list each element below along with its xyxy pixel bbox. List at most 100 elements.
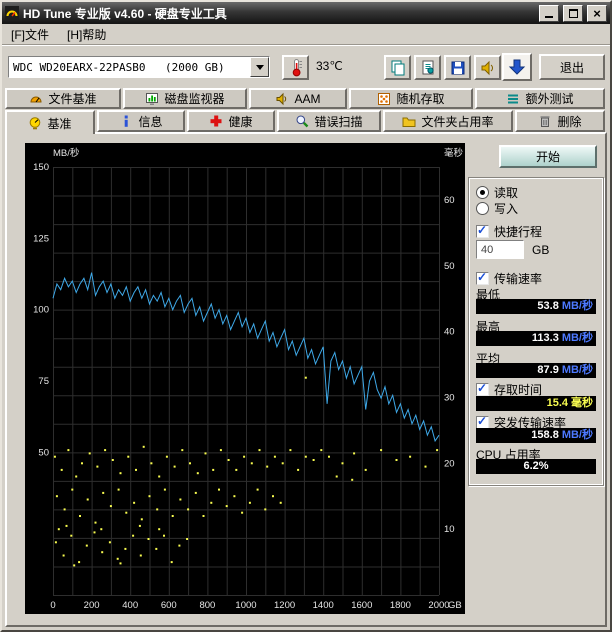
access-time-checkbox[interactable]	[476, 383, 489, 396]
burst-rate-value: 158.8	[531, 429, 559, 441]
close-button[interactable]: ×	[587, 5, 607, 22]
transfer-rate-checkbox[interactable]	[476, 272, 489, 285]
write-label: 写入	[494, 200, 518, 217]
read-label: 读取	[494, 184, 518, 201]
copy-screenshot-button[interactable]	[414, 55, 441, 80]
short-stroke-checkbox[interactable]	[476, 225, 489, 238]
short-stroke-input[interactable]	[476, 240, 524, 259]
minimize-button[interactable]	[539, 5, 559, 22]
tab-file-benchmark[interactable]: 文件基准	[5, 88, 121, 109]
extra-tests-icon	[506, 92, 520, 106]
svg-text:60: 60	[444, 195, 455, 206]
dropdown-arrow-icon[interactable]	[250, 57, 269, 77]
svg-text:100: 100	[33, 305, 49, 316]
svg-text:2000: 2000	[428, 600, 449, 611]
cpu-usage-value-box: 6.2%	[476, 459, 596, 474]
exit-button[interactable]: 退出	[539, 54, 605, 80]
drive-select-dropdown[interactable]: WDC WD20EARX-22PASB0 (2000 GB)	[8, 56, 270, 78]
min-unit: MB/秒	[562, 300, 593, 312]
title-bar: HD Tune 专业版 v4.60 - 硬盘专业工具 ×	[2, 2, 610, 24]
svg-text:20: 20	[444, 458, 455, 469]
avg-value: 87.9	[537, 364, 558, 376]
svg-text:400: 400	[122, 600, 138, 611]
tab-extra-tests[interactable]: 额外测试	[475, 88, 605, 109]
tab-folder-usage[interactable]: 文件夹占用率	[383, 110, 513, 132]
burst-rate-value-box: 158.8MB/秒	[476, 428, 596, 443]
floppy-disk-icon	[449, 59, 467, 77]
avg-value-box: 87.9 MB/秒	[476, 363, 596, 378]
access-time-value: 15.4	[547, 397, 568, 409]
svg-text:GB: GB	[448, 600, 462, 611]
down-arrow-icon	[507, 57, 527, 77]
copy-pages-icon	[389, 59, 407, 77]
benchmark-chart: 0200400600800100012001400160018002000GB5…	[25, 143, 465, 614]
temperature-value: 33℃	[316, 59, 343, 73]
short-stroke-option[interactable]: 快捷行程	[476, 223, 542, 240]
tab-erase[interactable]: 删除	[515, 110, 605, 132]
svg-text:MB/秒: MB/秒	[53, 147, 80, 159]
file-benchmark-icon	[29, 92, 43, 106]
tab-label: 基准	[47, 115, 71, 132]
temperature-button[interactable]	[282, 55, 309, 80]
maximize-icon	[569, 9, 578, 18]
toolbar: WDC WD20EARX-22PASB0 (2000 GB) 33℃	[2, 45, 610, 88]
svg-text:800: 800	[199, 600, 215, 611]
tab-random-access[interactable]: 随机存取	[349, 88, 473, 109]
tab-label: 额外测试	[525, 90, 573, 107]
thermometer-icon	[287, 58, 305, 77]
info-icon	[119, 114, 133, 128]
app-window: HD Tune 专业版 v4.60 - 硬盘专业工具 × [F]文件 [H]帮助…	[0, 0, 612, 632]
triangle-down-icon	[256, 65, 264, 70]
svg-text:1000: 1000	[235, 600, 256, 611]
tab-label: 文件夹占用率	[421, 113, 493, 130]
tab-row-primary: 基准 信息 健康 错误扫描 文件夹占用率	[5, 110, 605, 134]
menu-help[interactable]: [H]帮助	[58, 26, 115, 43]
svg-text:0: 0	[50, 600, 55, 611]
min-value: 53.8	[537, 300, 558, 312]
read-radio[interactable]	[476, 186, 489, 199]
svg-text:50: 50	[444, 261, 455, 272]
tab-label: 文件基准	[48, 90, 96, 107]
tab-disk-monitor[interactable]: 磁盘监视器	[123, 88, 247, 109]
tab-info[interactable]: 信息	[97, 110, 185, 132]
cpu-usage-value: 6.2%	[523, 460, 548, 472]
disk-monitor-icon	[145, 92, 159, 106]
tab-row-secondary: 文件基准 磁盘监视器 AAM 随机存取	[5, 88, 605, 109]
close-icon: ×	[593, 8, 601, 19]
tab-error-scan[interactable]: 错误扫描	[277, 110, 381, 132]
max-unit: MB/秒	[562, 332, 593, 344]
tab-aam[interactable]: AAM	[249, 88, 347, 109]
aam-sound-button[interactable]	[474, 55, 501, 80]
screenshot-page-icon	[419, 59, 437, 77]
tab-label: 随机存取	[396, 90, 444, 107]
options-group: 读取 写入 快捷行程 GB 传输速率 最低 53.8MB/秒 最高	[468, 177, 604, 486]
avg-unit: MB/秒	[562, 364, 593, 376]
download-results-button[interactable]	[502, 53, 532, 81]
app-icon	[5, 6, 19, 20]
write-option[interactable]: 写入	[476, 200, 518, 217]
svg-text:1200: 1200	[274, 600, 295, 611]
svg-text:40: 40	[444, 327, 455, 338]
svg-text:30: 30	[444, 392, 455, 403]
tab-benchmark[interactable]: 基准	[5, 110, 95, 134]
svg-text:1600: 1600	[351, 600, 372, 611]
read-option[interactable]: 读取	[476, 184, 518, 201]
short-stroke-unit: GB	[532, 243, 549, 257]
svg-text:75: 75	[38, 376, 49, 387]
folder-icon	[402, 114, 416, 128]
error-scan-magnifier-icon	[295, 114, 309, 128]
random-access-icon	[377, 92, 391, 106]
save-button[interactable]	[444, 55, 471, 80]
tab-health[interactable]: 健康	[187, 110, 275, 132]
maximize-button[interactable]	[563, 5, 583, 22]
svg-text:600: 600	[161, 600, 177, 611]
transfer-rate-option[interactable]: 传输速率	[476, 270, 542, 287]
write-radio[interactable]	[476, 202, 489, 215]
menu-file[interactable]: [F]文件	[2, 26, 58, 43]
min-value-box: 53.8 MB/秒	[476, 299, 596, 314]
copy-to-clipboard-button[interactable]	[384, 55, 411, 80]
benchmark-chart-panel: 0200400600800100012001400160018002000GB5…	[25, 143, 465, 614]
tab-label: 删除	[557, 113, 581, 130]
svg-text:200: 200	[84, 600, 100, 611]
start-button[interactable]: 开始	[499, 145, 597, 168]
